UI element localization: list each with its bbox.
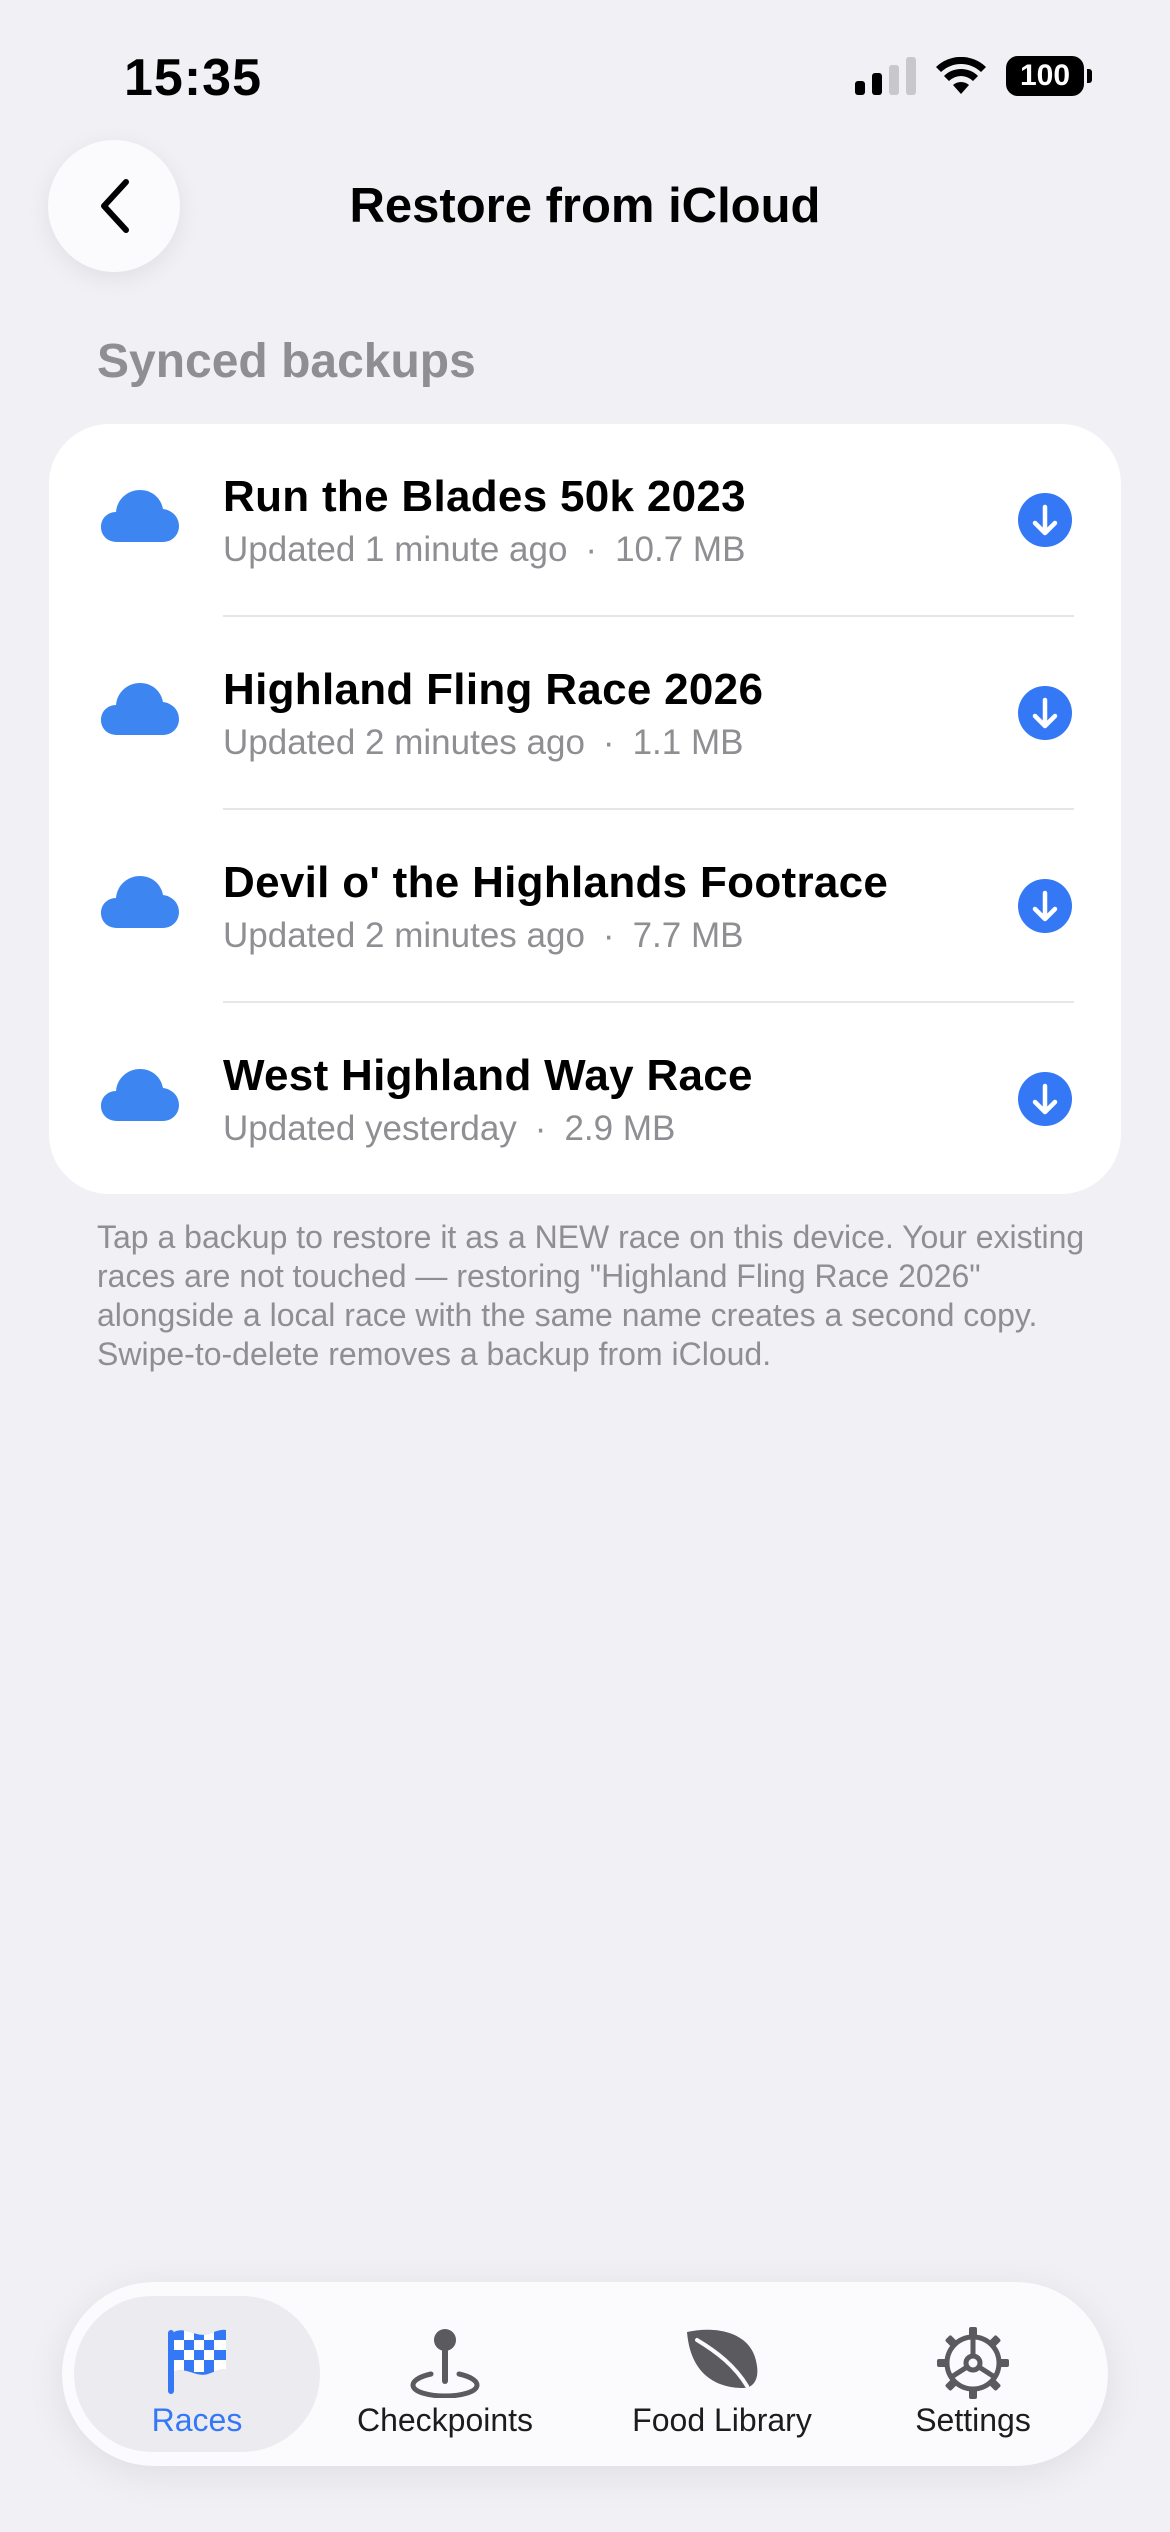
checkered-flag-icon (168, 2329, 226, 2394)
cloud-icon (101, 876, 179, 928)
separator-dot: · (534, 1109, 547, 1148)
tab-races[interactable]: Races (74, 2296, 320, 2452)
cloud-icon (101, 490, 179, 542)
backup-meta: Updated 2 minutes ago · 7.7 MB (223, 916, 743, 956)
cloud-icon (101, 1069, 179, 1121)
tab-food-library[interactable]: Food Library (599, 2296, 845, 2452)
wifi-icon (936, 57, 986, 94)
separator-dot: · (585, 530, 598, 569)
backup-row[interactable]: Highland Fling Race 2026 Updated 2 minut… (49, 617, 1121, 810)
tab-settings[interactable]: Settings (850, 2296, 1096, 2452)
backup-size: 1.1 MB (632, 723, 744, 762)
map-pin-icon (410, 2329, 480, 2398)
backup-size: 7.7 MB (632, 916, 744, 955)
tab-checkpoints[interactable]: Checkpoints (322, 2296, 568, 2452)
cellular-signal-icon (855, 57, 916, 95)
download-icon[interactable] (1017, 492, 1073, 548)
gear-icon (937, 2327, 1009, 2399)
backup-row[interactable]: Devil o' the Highlands Footrace Updated … (49, 810, 1121, 1003)
backup-title: Highland Fling Race 2026 (223, 665, 764, 714)
backup-meta: Updated 2 minutes ago · 1.1 MB (223, 723, 743, 763)
download-icon[interactable] (1017, 1071, 1073, 1127)
battery-icon: 100 (1006, 56, 1092, 96)
status-bar: 15:35 100 (0, 0, 1170, 150)
backup-updated: Updated 2 minutes ago (223, 723, 585, 762)
leaf-icon (687, 2329, 758, 2388)
status-time: 15:35 (124, 49, 262, 107)
cloud-icon (101, 683, 179, 735)
backup-size: 2.9 MB (564, 1109, 676, 1148)
backup-updated: Updated yesterday (223, 1109, 517, 1148)
restore-footnote: Tap a backup to restore it as a NEW race… (97, 1219, 1085, 1372)
backup-meta: Updated yesterday · 2.9 MB (223, 1109, 675, 1149)
status-icons: 100 (855, 56, 1092, 96)
battery-level: 100 (1006, 56, 1084, 96)
download-icon[interactable] (1017, 878, 1073, 934)
page-title: Restore from iCloud (349, 179, 821, 233)
tab-bar: Races Checkpoints Food Library Settings (62, 2282, 1108, 2466)
backup-meta: Updated 1 minute ago · 10.7 MB (223, 530, 745, 570)
backup-size: 10.7 MB (615, 530, 746, 569)
section-header: Synced backups (97, 335, 476, 388)
tab-label: Food Library (632, 2402, 812, 2438)
backup-row[interactable]: West Highland Way Race Updated yesterday… (49, 1003, 1121, 1196)
backup-updated: Updated 2 minutes ago (223, 916, 585, 955)
tab-label: Races (151, 2402, 243, 2438)
download-icon[interactable] (1017, 685, 1073, 741)
separator-dot: · (602, 723, 615, 762)
backup-row[interactable]: Run the Blades 50k 2023 Updated 1 minute… (49, 424, 1121, 617)
backup-title: Devil o' the Highlands Footrace (223, 858, 889, 907)
tab-label: Settings (915, 2402, 1031, 2438)
separator-dot: · (602, 916, 615, 955)
backup-title: Run the Blades 50k 2023 (223, 472, 746, 521)
backups-list: Run the Blades 50k 2023 Updated 1 minute… (49, 424, 1121, 1194)
screen: 15:35 100 Restore from iCloud Synced bac… (0, 0, 1170, 2532)
backup-title: West Highland Way Race (223, 1051, 753, 1100)
backup-updated: Updated 1 minute ago (223, 530, 568, 569)
tab-label: Checkpoints (356, 2402, 534, 2438)
